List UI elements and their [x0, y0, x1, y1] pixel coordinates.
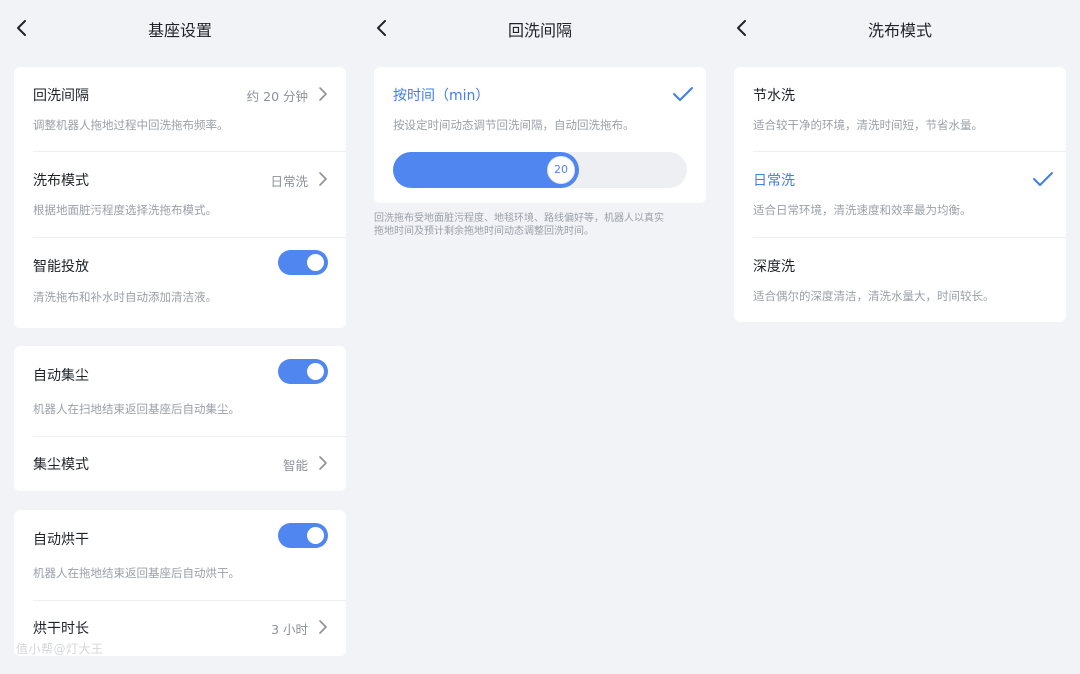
mode-option-water-saving[interactable]: 节水洗 适合较干净的环境，清洗时间短，节省水量。 — [734, 67, 1066, 151]
mode-option-title: 深度洗 — [753, 259, 795, 275]
smart-dispense-desc: 清洗拖布和补水时自动添加清洁液。 — [33, 290, 217, 304]
page-title: 回洗间隔 — [507, 21, 572, 40]
auto-dry-title: 自动烘干 — [33, 532, 89, 548]
wash-mode-title: 洗布模式 — [33, 173, 89, 189]
by-time-desc: 按设定时间动态调节回洗间隔，自动回洗拖布。 — [393, 118, 635, 132]
checkmark-icon — [673, 87, 693, 101]
auto-dust-toggle[interactable] — [278, 359, 328, 384]
auto-dust-desc: 机器人在扫地结束返回基座后自动集尘。 — [33, 402, 240, 416]
wash-interval-title: 回洗间隔 — [33, 88, 89, 104]
interval-note-line: 回洗拖布受地面脏污程度、地毯环境、路线偏好等，机器人以真实 — [374, 213, 664, 224]
wash-mode-value: 日常洗 — [270, 174, 308, 189]
mode-option-daily[interactable]: 日常洗 适合日常环境，清洗速度和效率最为均衡。 — [734, 152, 1066, 237]
wash-mode-row[interactable]: 洗布模式 日常洗 根据地面脏污程度选择洗拖布模式。 — [14, 152, 346, 237]
checkmark-icon — [1033, 172, 1053, 186]
wash-interval-row[interactable]: 回洗间隔 约 20 分钟 调整机器人拖地过程中回洗拖布频率。 — [14, 67, 346, 151]
mode-option-desc: 适合日常环境，清洗速度和效率最为均衡。 — [753, 203, 972, 217]
chevron-right-icon — [319, 456, 327, 470]
dock-settings-header: 基座设置 — [0, 0, 360, 56]
dust-mode-value: 智能 — [282, 458, 308, 473]
interval-note-line: 拖地时间及预计剩余拖地时间动态调整回洗时间。 — [374, 226, 594, 237]
auto-dust-title: 自动集尘 — [33, 368, 89, 384]
dry-duration-title: 烘干时长 — [33, 621, 89, 637]
dust-mode-title: 集尘模式 — [33, 457, 89, 473]
interval-note: 回洗拖布受地面脏污程度、地毯环境、路线偏好等，机器人以真实 拖地时间及预计剩余拖… — [374, 212, 706, 238]
wash-interval-desc: 调整机器人拖地过程中回洗拖布频率。 — [33, 118, 229, 132]
smart-dispense-title: 智能投放 — [33, 259, 89, 275]
toggle-knob — [307, 254, 324, 271]
by-time-title: 按时间（min） — [393, 88, 490, 104]
chevron-right-icon — [319, 172, 327, 186]
wash-interval-value: 约 20 分钟 — [246, 89, 308, 104]
wash-mode-header: 洗布模式 — [720, 0, 1080, 56]
mode-option-desc: 适合较干净的环境，清洗时间短，节省水量。 — [753, 118, 983, 132]
interval-card: 按时间（min） 按设定时间动态调节回洗间隔，自动回洗拖布。 20 — [374, 67, 706, 203]
toggle-knob — [307, 363, 324, 380]
auto-dust-row: 自动集尘 机器人在扫地结束返回基座后自动集尘。 — [14, 346, 346, 436]
mode-option-title: 日常洗 — [753, 173, 795, 189]
by-time-option[interactable]: 按时间（min） 按设定时间动态调节回洗间隔，自动回洗拖布。 — [374, 67, 706, 151]
page-title: 基座设置 — [147, 21, 212, 40]
mode-option-title: 节水洗 — [753, 88, 795, 104]
auto-dry-desc: 机器人在拖地结束返回基座后自动烘干。 — [33, 566, 240, 580]
auto-dry-row: 自动烘干 机器人在拖地结束返回基座后自动烘干。 — [14, 510, 346, 600]
smart-dispense-toggle[interactable] — [278, 250, 328, 275]
wash-interval-panel: 回洗间隔 按时间（min） 按设定时间动态调节回洗间隔，自动回洗拖布。 20 回… — [360, 0, 720, 674]
wash-mode-desc: 根据地面脏污程度选择洗拖布模式。 — [33, 203, 217, 217]
page-title: 洗布模式 — [867, 21, 932, 40]
wash-mode-panel: 洗布模式 节水洗 适合较干净的环境，清洗时间短，节省水量。 日常洗 适合日常环境… — [720, 0, 1080, 674]
chevron-right-icon — [319, 87, 327, 101]
mode-option-desc: 适合偶尔的深度清洁，清洗水量大，时间较长。 — [753, 289, 995, 303]
mode-option-deep[interactable]: 深度洗 适合偶尔的深度清洁，清洗水量大，时间较长。 — [734, 238, 1066, 322]
dock-settings-panel: 基座设置 回洗间隔 约 20 分钟 调整机器人拖地过程中回洗拖布频率。 洗布模式… — [0, 0, 360, 674]
slider-handle[interactable]: 20 — [547, 156, 575, 184]
dock-card-dry: 自动烘干 机器人在拖地结束返回基座后自动烘干。 烘干时长 3 小时 — [14, 510, 346, 656]
dock-card-wash: 回洗间隔 约 20 分钟 调整机器人拖地过程中回洗拖布频率。 洗布模式 日常洗 … — [14, 67, 346, 328]
wash-interval-header: 回洗间隔 — [360, 0, 720, 56]
dock-card-dust: 自动集尘 机器人在扫地结束返回基座后自动集尘。 集尘模式 智能 — [14, 346, 346, 491]
chevron-right-icon — [319, 620, 327, 634]
wash-mode-card: 节水洗 适合较干净的环境，清洗时间短，节省水量。 日常洗 适合日常环境，清洗速度… — [734, 67, 1066, 322]
toggle-knob — [307, 527, 324, 544]
watermark: 值小帮@灯大王 — [16, 642, 104, 656]
auto-dry-toggle[interactable] — [278, 523, 328, 548]
smart-dispense-row: 智能投放 清洗拖布和补水时自动添加清洁液。 — [14, 238, 346, 328]
dry-duration-value: 3 小时 — [271, 622, 308, 637]
interval-slider[interactable]: 20 — [393, 152, 687, 188]
dust-mode-row[interactable]: 集尘模式 智能 — [14, 437, 346, 491]
